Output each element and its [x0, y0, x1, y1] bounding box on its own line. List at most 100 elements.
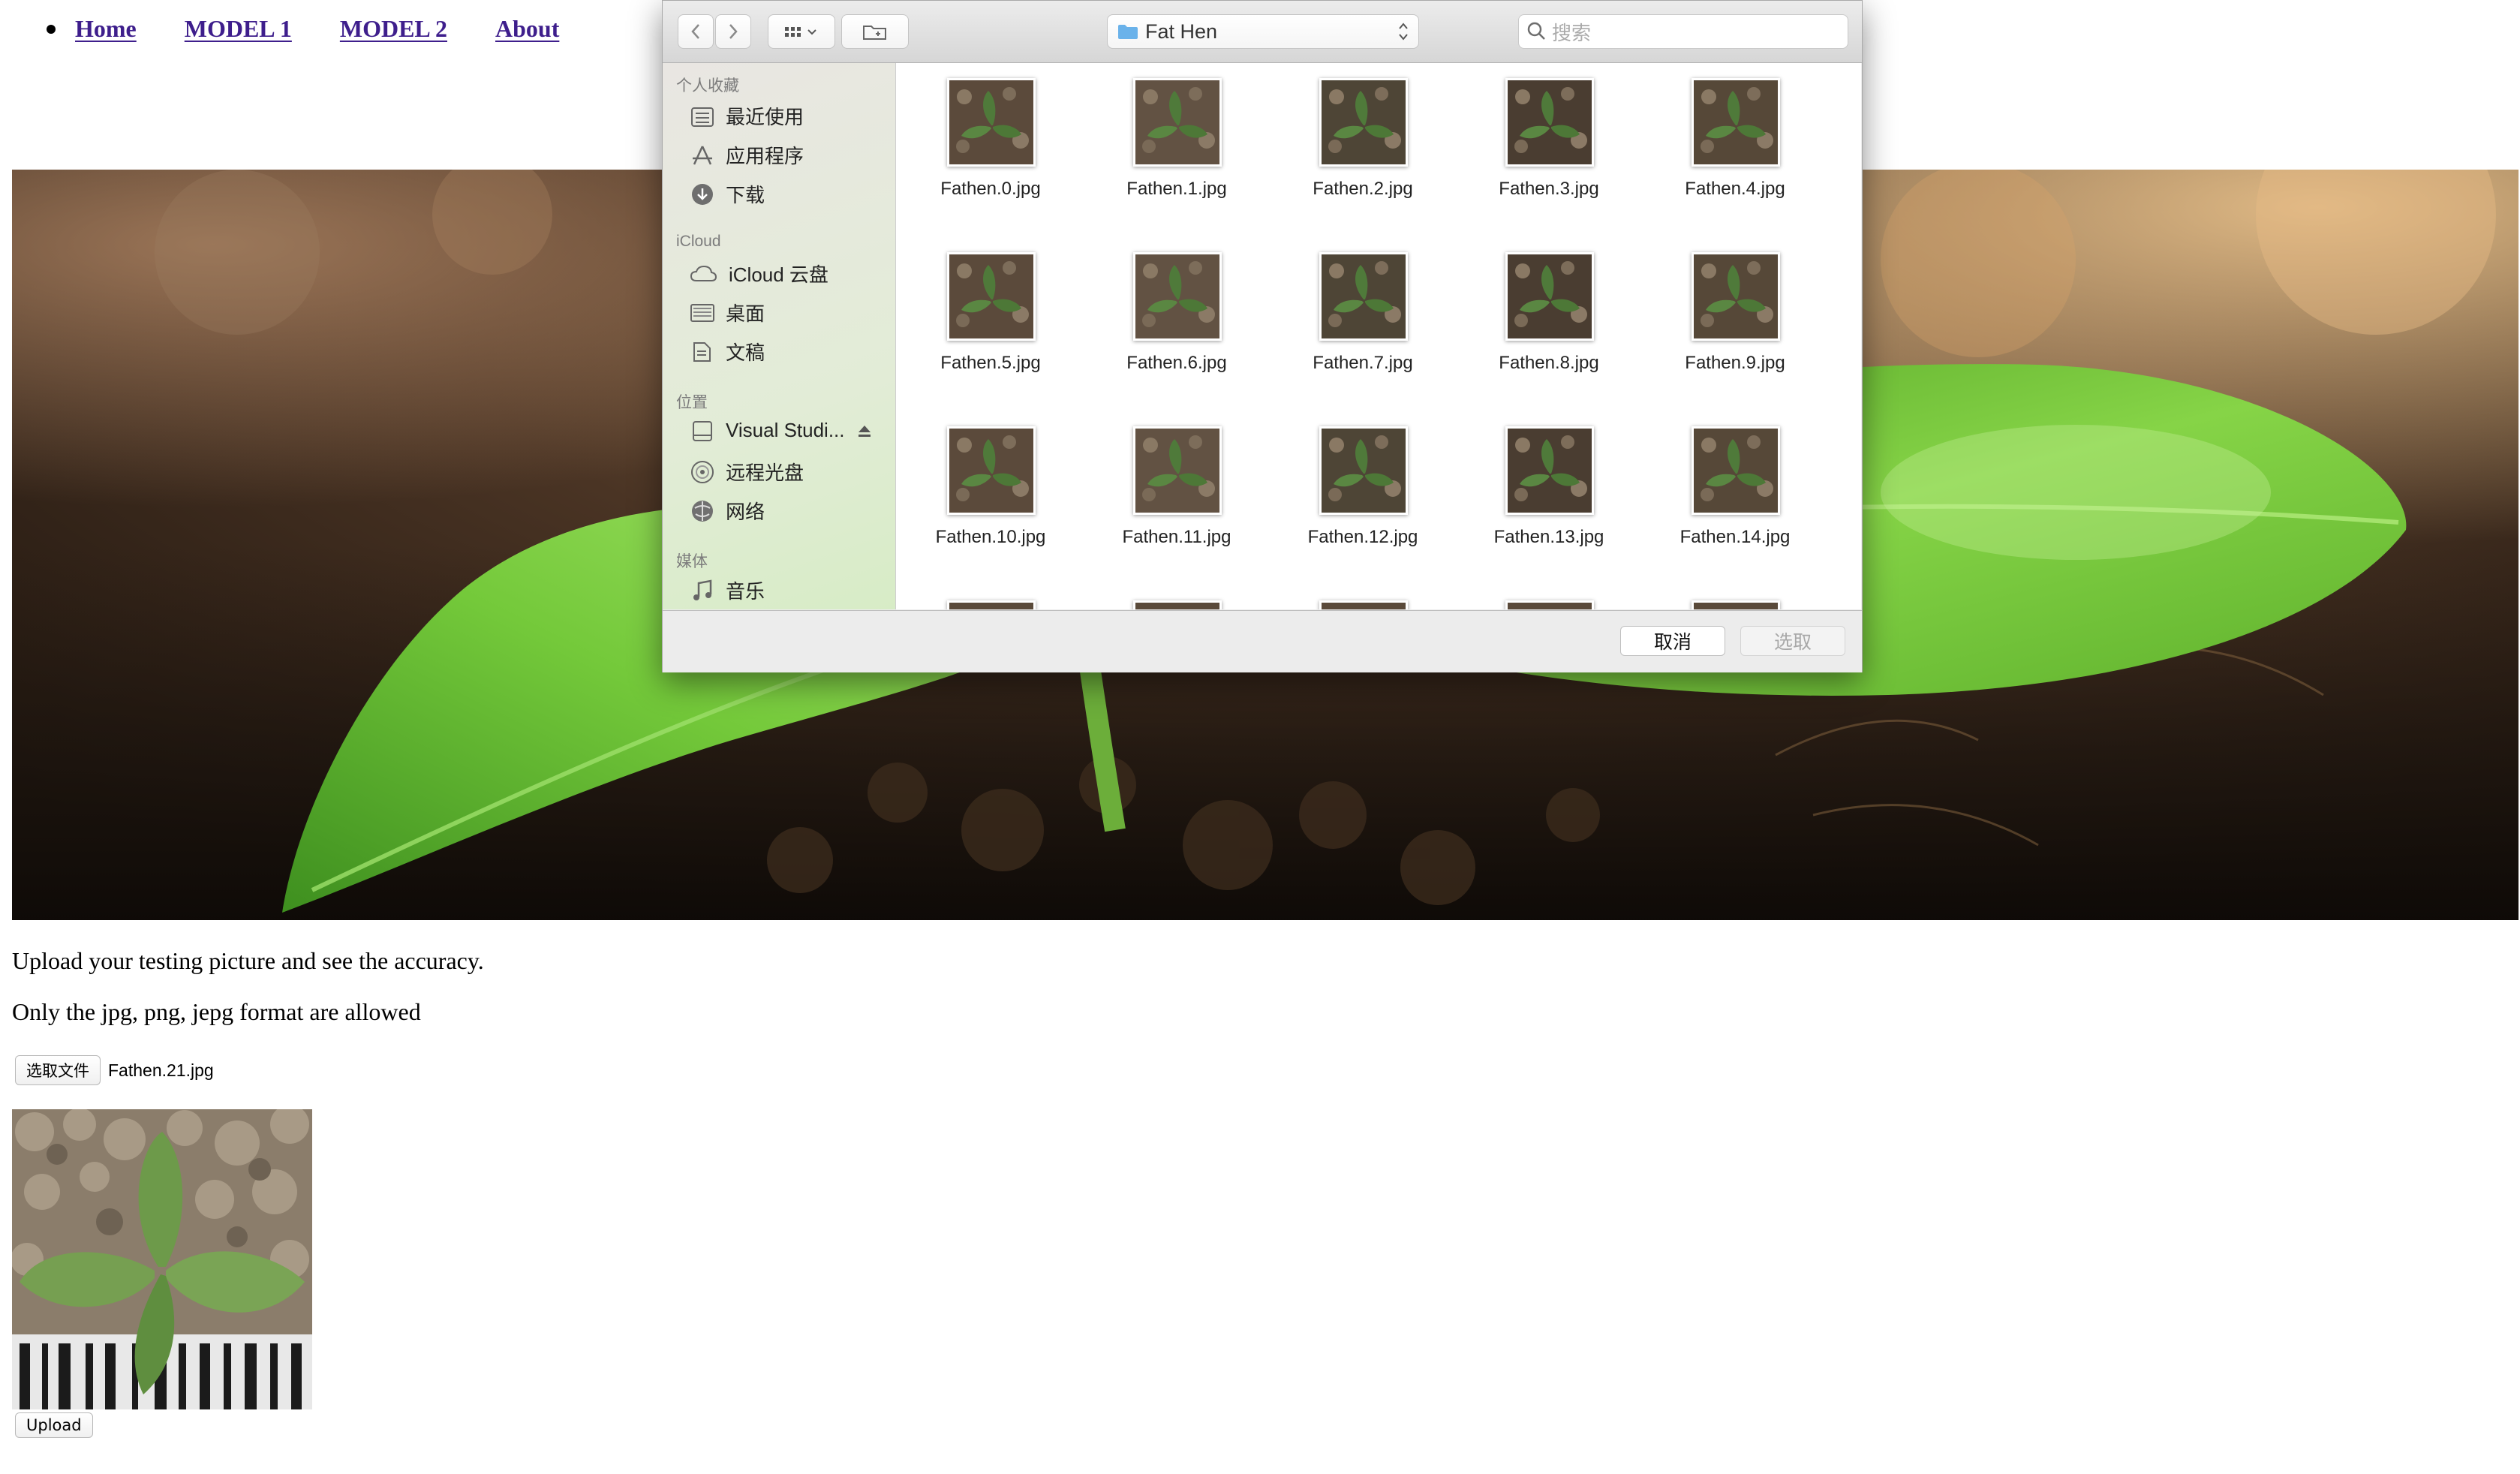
new-folder-icon	[863, 26, 886, 40]
file-thumbnail	[1692, 252, 1780, 341]
file-thumbnail	[1505, 426, 1594, 515]
bullet-icon	[47, 24, 56, 34]
sidebar-item-remote-disc[interactable]: 远程光盘	[690, 458, 804, 486]
location-name: Fat Hen	[1145, 20, 1218, 43]
forward-button[interactable]	[715, 14, 751, 49]
file-thumbnail	[1319, 252, 1408, 341]
icon-view-grid-icon	[785, 27, 816, 37]
drive-icon	[693, 420, 712, 441]
file-name: Fathen.2.jpg	[1313, 179, 1413, 199]
file-name: Fathen.14.jpg	[1679, 527, 1791, 547]
file-thumbnail	[1133, 426, 1222, 515]
section-media: 媒体	[676, 553, 708, 570]
sidebar-item-label: 下载	[726, 184, 765, 206]
dialog-sidebar: 个人收藏 最近使用 应用程序 下载 iCloud iCloud 云盘 桌面 文稿…	[663, 63, 896, 609]
file-thumbnail	[1505, 252, 1594, 341]
sidebar-item-desktop[interactable]: 桌面	[690, 299, 765, 326]
sidebar-item-label: 远程光盘	[726, 462, 804, 484]
nav-link-home[interactable]: Home	[75, 15, 137, 43]
desktop-icon	[690, 303, 714, 322]
back-button[interactable]	[678, 14, 714, 49]
music-icon	[693, 579, 712, 600]
network-icon	[692, 500, 713, 522]
file-name: Fathen.0.jpg	[940, 179, 1041, 199]
file-thumbnail	[1692, 426, 1780, 515]
file-thumbnail	[1692, 78, 1780, 167]
view-mode-button[interactable]	[768, 14, 835, 49]
file-name: Fathen.11.jpg	[1122, 527, 1231, 547]
section-icloud: iCloud	[676, 233, 721, 250]
file-thumbnail	[1319, 600, 1408, 609]
file-name: Fathen.3.jpg	[1499, 179, 1599, 199]
file-name: Fathen.12.jpg	[1307, 527, 1418, 547]
file-name: Fathen.5.jpg	[940, 353, 1041, 373]
eject-icon[interactable]	[856, 422, 874, 440]
search-icon	[1527, 22, 1545, 40]
sidebar-item-music[interactable]: 音乐	[690, 576, 765, 604]
documents-icon	[693, 341, 711, 362]
file-thumbnail	[947, 252, 1036, 341]
file-name: Fathen.1.jpg	[1126, 179, 1227, 199]
file-name: Fathen.9.jpg	[1685, 353, 1785, 373]
applications-icon	[693, 145, 712, 165]
sidebar-item-label: 最近使用	[726, 106, 804, 128]
sidebar-item-label: 应用程序	[726, 145, 804, 167]
file-name: Fathen.8.jpg	[1499, 353, 1599, 373]
file-thumbnail	[947, 426, 1036, 515]
location-popup[interactable]: Fat Hen	[1107, 14, 1419, 49]
instruction-text-1: Upload your testing picture and see the …	[12, 947, 484, 974]
file-thumbnail	[947, 78, 1036, 167]
search-placeholder: 搜索	[1552, 21, 1592, 44]
remote-disc-icon	[691, 460, 714, 483]
dialog-footer: 取消 选取	[663, 610, 1862, 672]
nav-link-model-1[interactable]: MODEL 1	[185, 15, 292, 43]
sidebar-item-visual-studio[interactable]: Visual Studi...	[690, 419, 884, 442]
file-name: Fathen.10.jpg	[935, 527, 1046, 547]
sidebar-item-applications[interactable]: 应用程序	[690, 141, 804, 169]
new-folder-button[interactable]	[841, 14, 909, 49]
file-thumbnail	[1133, 78, 1222, 167]
file-name: Fathen.4.jpg	[1685, 179, 1785, 199]
file-name: Fathen.13.jpg	[1493, 527, 1604, 547]
sidebar-item-documents[interactable]: 文稿	[690, 338, 765, 365]
updown-arrows-icon	[1399, 23, 1408, 41]
icloud-drive-icon	[690, 265, 717, 281]
sidebar-item-network[interactable]: 网络	[690, 497, 765, 525]
file-grid: Fathen.0.jpg Fathen.1.jpg Fathen.2.jpg Fath…	[896, 63, 1861, 609]
nav-link-about[interactable]: About	[495, 15, 601, 43]
main-nav: Home MODEL 1 MODEL 2 About	[47, 15, 601, 43]
chevron-right-icon	[729, 24, 738, 39]
sidebar-item-label: 桌面	[726, 302, 765, 325]
upload-button[interactable]: Upload	[15, 1412, 93, 1438]
file-thumbnail	[1319, 78, 1408, 167]
sidebar-item-label: 文稿	[726, 341, 765, 364]
file-input: 选取文件 Fathen.21.jpg	[15, 1055, 214, 1085]
sidebar-item-recents[interactable]: 最近使用	[690, 102, 804, 130]
chevron-left-icon	[691, 24, 699, 39]
file-thumbnail	[1692, 600, 1780, 609]
sidebar-item-downloads[interactable]: 下载	[690, 180, 765, 208]
instruction-text-2: Only the jpg, png, jepg format are allow…	[12, 998, 421, 1025]
nav-list-item: Home MODEL 1 MODEL 2 About	[47, 15, 601, 43]
sidebar-item-label: 音乐	[726, 580, 765, 603]
recents-icon	[691, 107, 714, 127]
file-name: Fathen.7.jpg	[1313, 353, 1413, 373]
file-thumbnail	[1133, 252, 1222, 341]
file-thumbnail	[1505, 78, 1594, 167]
file-thumbnail	[1133, 600, 1222, 609]
file-thumbnail	[1319, 426, 1408, 515]
section-locations: 位置	[676, 394, 708, 411]
cancel-button[interactable]: 取消	[1620, 626, 1725, 656]
file-thumbnail	[947, 600, 1036, 609]
file-name: Fathen.6.jpg	[1126, 353, 1227, 373]
nav-link-model-2[interactable]: MODEL 2	[340, 15, 447, 43]
choose-button[interactable]: 选取	[1740, 626, 1845, 656]
sidebar-item-label: iCloud 云盘	[729, 263, 828, 286]
sidebar-item-icloud-drive[interactable]: iCloud 云盘	[690, 260, 828, 287]
choose-file-button[interactable]: 选取文件	[15, 1055, 101, 1085]
search-field[interactable]: 搜索	[1518, 14, 1848, 49]
file-open-dialog: Fat Hen 搜索 个人收藏 最近使用 应用程序 下载 iCloud iClo…	[662, 0, 1863, 672]
file-thumbnail	[1505, 600, 1594, 609]
selected-file-name: Fathen.21.jpg	[108, 1060, 214, 1080]
dialog-toolbar: Fat Hen 搜索	[663, 1, 1862, 63]
